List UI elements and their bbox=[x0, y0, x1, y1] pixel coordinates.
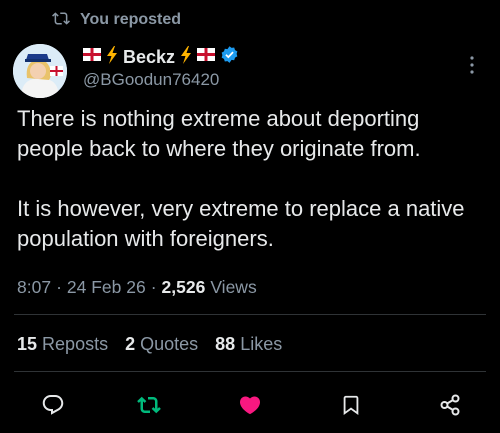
post-paragraph: There is nothing extreme about deporting… bbox=[17, 106, 421, 161]
verified-badge-icon[interactable] bbox=[220, 45, 239, 69]
quotes-stat[interactable]: 2 Quotes bbox=[125, 334, 198, 355]
like-icon[interactable] bbox=[234, 389, 266, 421]
lightning-icon bbox=[106, 45, 118, 69]
author-name-row[interactable]: Beckz bbox=[83, 45, 239, 69]
post-meta: 8:07 · 24 Feb 26 · 2,526 Views bbox=[17, 277, 257, 298]
author-display-name[interactable]: Beckz bbox=[123, 47, 175, 68]
divider bbox=[14, 371, 486, 372]
avatar[interactable] bbox=[13, 44, 67, 98]
engagement-stats: 15 Reposts 2 Quotes 88 Likes bbox=[17, 334, 282, 355]
views-count: 2,526 bbox=[161, 277, 206, 297]
author-handle[interactable]: @BGoodun76420 bbox=[83, 70, 219, 90]
repost-banner: You reposted bbox=[52, 9, 181, 30]
reposts-stat[interactable]: 15 Reposts bbox=[17, 334, 108, 355]
action-bar bbox=[0, 389, 500, 421]
likes-stat[interactable]: 88 Likes bbox=[215, 334, 282, 355]
repost-icon[interactable] bbox=[133, 389, 165, 421]
repost-icon bbox=[52, 9, 70, 30]
divider bbox=[14, 314, 486, 315]
views-label: Views bbox=[210, 277, 257, 297]
lightning-icon bbox=[180, 45, 192, 69]
post-text: There is nothing extreme about deporting… bbox=[17, 104, 487, 284]
reply-icon[interactable] bbox=[37, 389, 69, 421]
share-icon[interactable] bbox=[434, 389, 466, 421]
england-flag-icon bbox=[197, 48, 216, 66]
post-date[interactable]: 24 Feb 26 bbox=[67, 277, 146, 298]
england-flag-icon bbox=[83, 48, 101, 66]
more-options-icon[interactable] bbox=[464, 55, 480, 75]
post-time[interactable]: 8:07 bbox=[17, 277, 51, 298]
post-paragraph: It is however, very extreme to replace a… bbox=[17, 196, 465, 251]
bookmark-icon[interactable] bbox=[335, 389, 367, 421]
repost-banner-text: You reposted bbox=[80, 10, 182, 28]
